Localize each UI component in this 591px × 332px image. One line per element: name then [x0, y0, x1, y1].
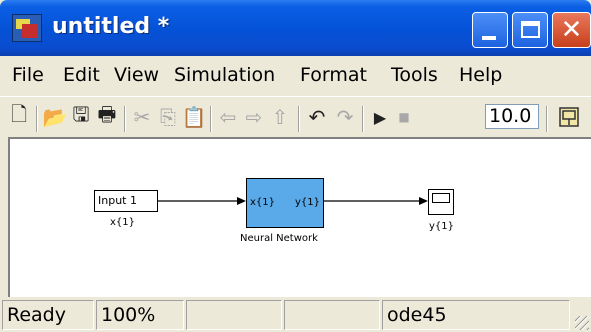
model-canvas[interactable]: Input 1 x{1} x{1} y{1} Neural Network y{…: [8, 137, 591, 297]
signal-arrowhead: [237, 197, 246, 205]
inport-block[interactable]: Input 1: [94, 190, 158, 212]
menu-bar: File Edit View Simulation Format Tools H…: [0, 56, 591, 94]
cut-icon[interactable]: ✂: [130, 97, 154, 137]
toolbar-separator: [124, 106, 126, 132]
nn-input-port-label: x{1}: [250, 197, 276, 208]
outport-label[interactable]: y{1}: [429, 221, 454, 232]
library-browser-icon[interactable]: [554, 97, 584, 137]
up-icon[interactable]: ⇧: [268, 97, 292, 137]
status-empty-cell: [186, 300, 282, 330]
stop-time-field[interactable]: 10.0: [485, 104, 539, 129]
resize-grip[interactable]: [575, 316, 589, 330]
outport-scope-block[interactable]: [428, 189, 454, 215]
menu-file[interactable]: File: [12, 64, 44, 86]
toolbar-separator: [36, 106, 38, 132]
title-bar[interactable]: untitled * ✕: [0, 0, 591, 56]
nn-output-port-label: y{1}: [294, 197, 320, 208]
new-icon[interactable]: 🗋: [6, 97, 32, 137]
library-browser-graphic: [559, 107, 579, 127]
inport-label[interactable]: x{1}: [110, 217, 135, 228]
minimize-button[interactable]: [472, 12, 508, 48]
undo-icon[interactable]: ↶: [304, 97, 330, 137]
simulink-app-icon[interactable]: [12, 14, 42, 42]
open-icon[interactable]: 📂: [42, 97, 68, 137]
toolbar-separator: [210, 106, 212, 132]
window-title: untitled *: [52, 14, 170, 39]
maximize-icon: [521, 21, 540, 38]
minimize-icon: [482, 36, 496, 40]
close-button[interactable]: ✕: [552, 12, 591, 48]
status-empty-cell: [284, 300, 380, 330]
status-bar: Ready 100% ode45: [0, 297, 591, 332]
simulink-window: untitled * ✕ File Edit View Simulation F…: [0, 0, 591, 332]
status-state: Ready: [2, 300, 94, 330]
menu-help[interactable]: Help: [459, 64, 502, 86]
signal-arrowhead: [419, 197, 428, 205]
toolbar-separator: [298, 106, 300, 132]
toolbar-separator: [546, 106, 548, 132]
maximize-button[interactable]: [512, 12, 548, 48]
toolbar-separator: [362, 106, 364, 132]
stop-simulation-icon[interactable]: ■: [392, 97, 416, 137]
menu-edit[interactable]: Edit: [63, 64, 100, 86]
menu-format[interactable]: Format: [300, 64, 367, 86]
save-icon[interactable]: 🖫: [68, 97, 94, 137]
menu-simulation[interactable]: Simulation: [174, 64, 275, 86]
copy-icon[interactable]: ⎘: [156, 97, 180, 137]
neural-network-block[interactable]: x{1} y{1}: [246, 178, 324, 228]
status-zoom: 100%: [96, 300, 184, 330]
close-icon: ✕: [560, 15, 583, 45]
back-icon[interactable]: ⇦: [216, 97, 240, 137]
scope-screen-icon: [432, 193, 450, 203]
redo-icon[interactable]: ↷: [332, 97, 358, 137]
status-solver: ode45: [382, 300, 570, 330]
forward-icon[interactable]: ⇨: [242, 97, 266, 137]
start-simulation-icon[interactable]: ▶: [368, 97, 392, 137]
neural-network-label[interactable]: Neural Network: [240, 233, 318, 244]
paste-icon[interactable]: 📋: [182, 97, 207, 137]
menu-tools[interactable]: Tools: [391, 64, 438, 86]
menu-view[interactable]: View: [114, 64, 159, 86]
print-icon[interactable]: 🖶: [94, 97, 120, 137]
